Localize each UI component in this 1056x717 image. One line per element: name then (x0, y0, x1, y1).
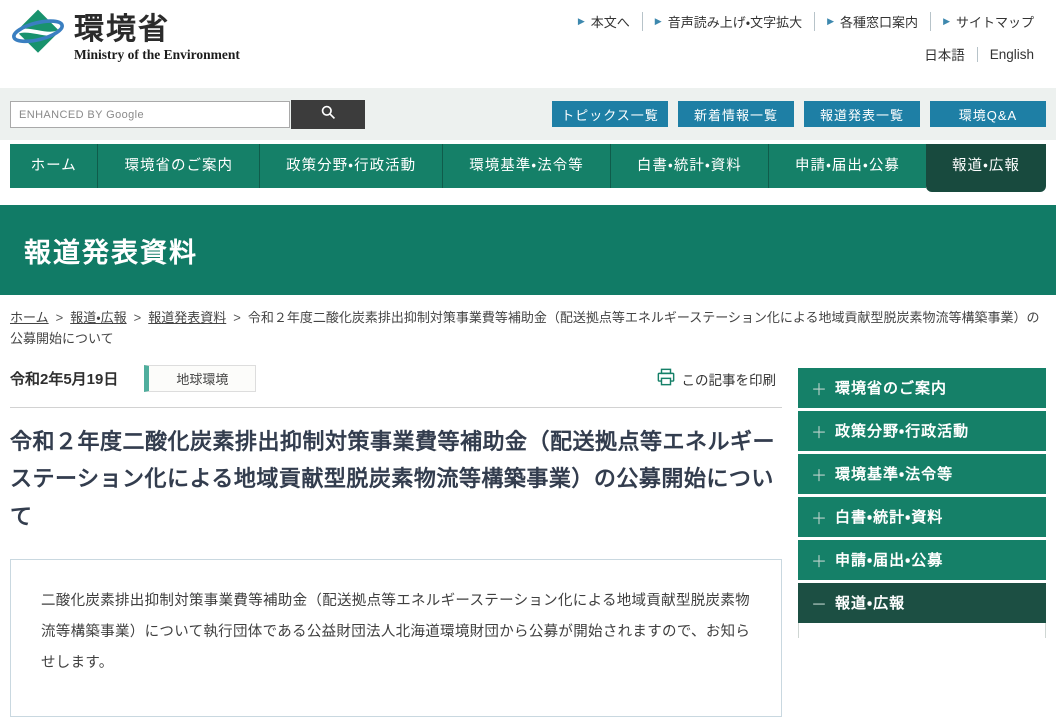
link-sitemap[interactable]: ▶ サイトマップ (930, 12, 1046, 31)
sidebar-item-standards[interactable]: ＋ 環境基準・法令等 (798, 453, 1046, 494)
lang-english[interactable]: English (976, 46, 1046, 62)
topics-list-button[interactable]: トピックス一覧 (552, 101, 668, 127)
plus-icon: ＋ (811, 424, 829, 442)
minus-icon: － (811, 596, 829, 614)
search-button[interactable] (291, 99, 365, 129)
link-to-content[interactable]: ▶ 本文へ (566, 12, 642, 31)
category-tag[interactable]: 地球環境 (144, 365, 257, 393)
page-title: 報道発表資料 (24, 237, 198, 268)
quick-buttons: トピックス一覧 新着情報一覧 報道発表一覧 環境Q&A (542, 101, 1046, 127)
article-date: 令和2年5月19日 (10, 371, 119, 389)
triangle-icon: ▶ (943, 16, 950, 26)
breadcrumb: ホーム > 報道・広報 > 報道発表資料 > 令和２年度二酸化炭素排出抑制対策事業費等補助金… (10, 307, 1046, 350)
breadcrumb-press-materials[interactable]: 報道発表資料 (148, 310, 226, 325)
logo-title: 環境省 (74, 13, 170, 46)
main-content: ホーム > 報道・広報 > 報道発表資料 > 令和２年度二酸化炭素排出抑制対策事業費等補助金… (0, 295, 1056, 717)
triangle-icon: ▶ (577, 16, 585, 26)
sidebar-item-label: 報道・広報 (835, 595, 906, 613)
article-summary-text: 二酸化炭素排出抑制対策事業費等補助金（配送拠点等エネルギーステーション化による地… (41, 593, 751, 672)
link-contact-windows[interactable]: ▶ 各種窓口案内 (814, 12, 930, 31)
sidebar-item-press[interactable]: － 報道・広報 (798, 582, 1046, 623)
print-label: この記事を印刷 (681, 372, 777, 388)
breadcrumb-home[interactable]: ホーム (10, 310, 49, 325)
search-band: トピックス一覧 新着情報一覧 報道発表一覧 環境Q&A (0, 88, 1056, 140)
press-release-list-button[interactable]: 報道発表一覧 (804, 101, 920, 127)
link-accessibility[interactable]: ▶ 音声読み上げ・文字拡大 (641, 12, 814, 31)
nav-item-about[interactable]: 環境省のご案内 (97, 144, 260, 188)
search-icon (320, 104, 337, 124)
page-banner: 報道発表資料 (0, 205, 1056, 295)
sidebar-item-label: 環境省のご案内 (835, 380, 948, 398)
section-sidebar: ＋ 環境省のご案内 ＋ 政策分野・行政活動 ＋ 環境基準・法令等 ＋ 白書・統計… (798, 367, 1046, 638)
sidebar-item-applications[interactable]: ＋ 申請・届出・公募 (798, 539, 1046, 580)
breadcrumb-separator: > (233, 310, 241, 325)
sidebar-item-label: 政策分野・行政活動 (835, 423, 970, 441)
article-meta-row: 令和2年5月19日 地球環境 この記事を印刷 (10, 364, 782, 394)
breadcrumb-separator: > (55, 310, 64, 325)
plus-icon: ＋ (811, 467, 829, 485)
nav-item-whitepapers[interactable]: 白書・統計・資料 (609, 144, 768, 188)
breadcrumb-separator: > (133, 310, 142, 325)
search-input[interactable] (10, 100, 290, 128)
article-title: 令和２年度二酸化炭素排出抑制対策事業費等補助金（配送拠点等エネルギーステーション… (10, 428, 776, 529)
triangle-icon: ▶ (654, 16, 662, 26)
print-article-link[interactable]: この記事を印刷 (657, 368, 777, 389)
ministry-logo[interactable]: 環境省 Ministry of the Environment (10, 7, 240, 63)
article-column: 令和2年5月19日 地球環境 この記事を印刷 令和２年度二酸化炭素排出抑制対策事… (10, 364, 782, 717)
plus-icon: ＋ (811, 553, 829, 571)
nav-item-press[interactable]: 報道・広報 (925, 144, 1047, 192)
plus-icon: ＋ (811, 381, 829, 399)
article-summary-box: 二酸化炭素排出抑制対策事業費等補助金（配送拠点等エネルギーステーション化による地… (10, 559, 782, 717)
lang-japanese[interactable]: 日本語 (912, 44, 977, 64)
sidebar-item-label: 申請・届出・公募 (835, 552, 944, 570)
environment-qa-button[interactable]: 環境Q&A (930, 101, 1046, 127)
meta-divider (10, 406, 782, 408)
sidebar-item-policy[interactable]: ＋ 政策分野・行政活動 (798, 410, 1046, 451)
global-nav: ホーム 環境省のご案内 政策分野・行政活動 環境基準・法令等 白書・統計・資料 … (10, 144, 1047, 192)
site-search (10, 99, 365, 129)
printer-icon (657, 368, 682, 389)
plus-icon: ＋ (811, 510, 829, 528)
nav-item-home[interactable]: ホーム (10, 144, 98, 188)
new-info-list-button[interactable]: 新着情報一覧 (678, 101, 794, 127)
utility-links: ▶ 本文へ ▶ 音声読み上げ・文字拡大 ▶ 各種窓口案内 ▶ サイトマップ (566, 12, 1046, 31)
ministry-logo-icon (10, 7, 66, 57)
nav-item-standards[interactable]: 環境基準・法令等 (442, 144, 610, 188)
sidebar-item-about[interactable]: ＋ 環境省のご案内 (798, 367, 1046, 408)
logo-subtitle: Ministry of the Environment (74, 47, 240, 62)
sidebar-item-whitepapers[interactable]: ＋ 白書・統計・資料 (798, 496, 1046, 537)
nav-item-applications[interactable]: 申請・届出・公募 (767, 144, 926, 188)
triangle-icon: ▶ (827, 16, 835, 26)
sidebar-item-label: 白書・統計・資料 (835, 509, 944, 527)
language-switcher: 日本語 English (912, 44, 1046, 64)
nav-item-policy[interactable]: 政策分野・行政活動 (259, 144, 443, 188)
sidebar-item-label: 環境基準・法令等 (835, 466, 954, 484)
breadcrumb-press[interactable]: 報道・広報 (70, 310, 126, 325)
site-header: 環境省 Ministry of the Environment ▶ 本文へ ▶ 音声… (0, 0, 1056, 88)
